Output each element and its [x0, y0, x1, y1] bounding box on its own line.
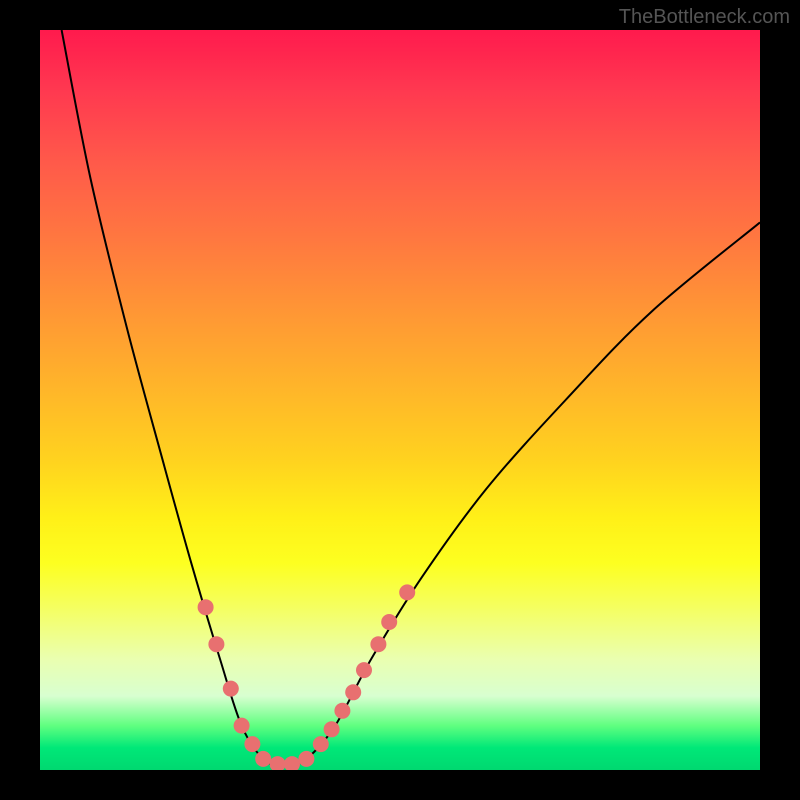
curve-marker	[198, 599, 214, 615]
curve-marker	[208, 636, 224, 652]
curve-marker	[284, 756, 300, 770]
watermark-label: TheBottleneck.com	[619, 6, 790, 29]
curve-svg	[40, 30, 760, 770]
curve-marker	[223, 681, 239, 697]
curve-marker	[370, 636, 386, 652]
curve-marker	[324, 721, 340, 737]
marker-group	[198, 584, 416, 770]
curve-marker	[234, 718, 250, 734]
curve-marker	[334, 703, 350, 719]
bottleneck-curve	[62, 30, 760, 766]
curve-marker	[255, 751, 271, 767]
curve-marker	[345, 684, 361, 700]
curve-marker	[270, 756, 286, 770]
curve-marker	[313, 736, 329, 752]
curve-marker	[356, 662, 372, 678]
curve-marker	[244, 736, 260, 752]
curve-marker	[399, 584, 415, 600]
curve-marker	[381, 614, 397, 630]
plot-area	[40, 30, 760, 770]
curve-marker	[298, 751, 314, 767]
